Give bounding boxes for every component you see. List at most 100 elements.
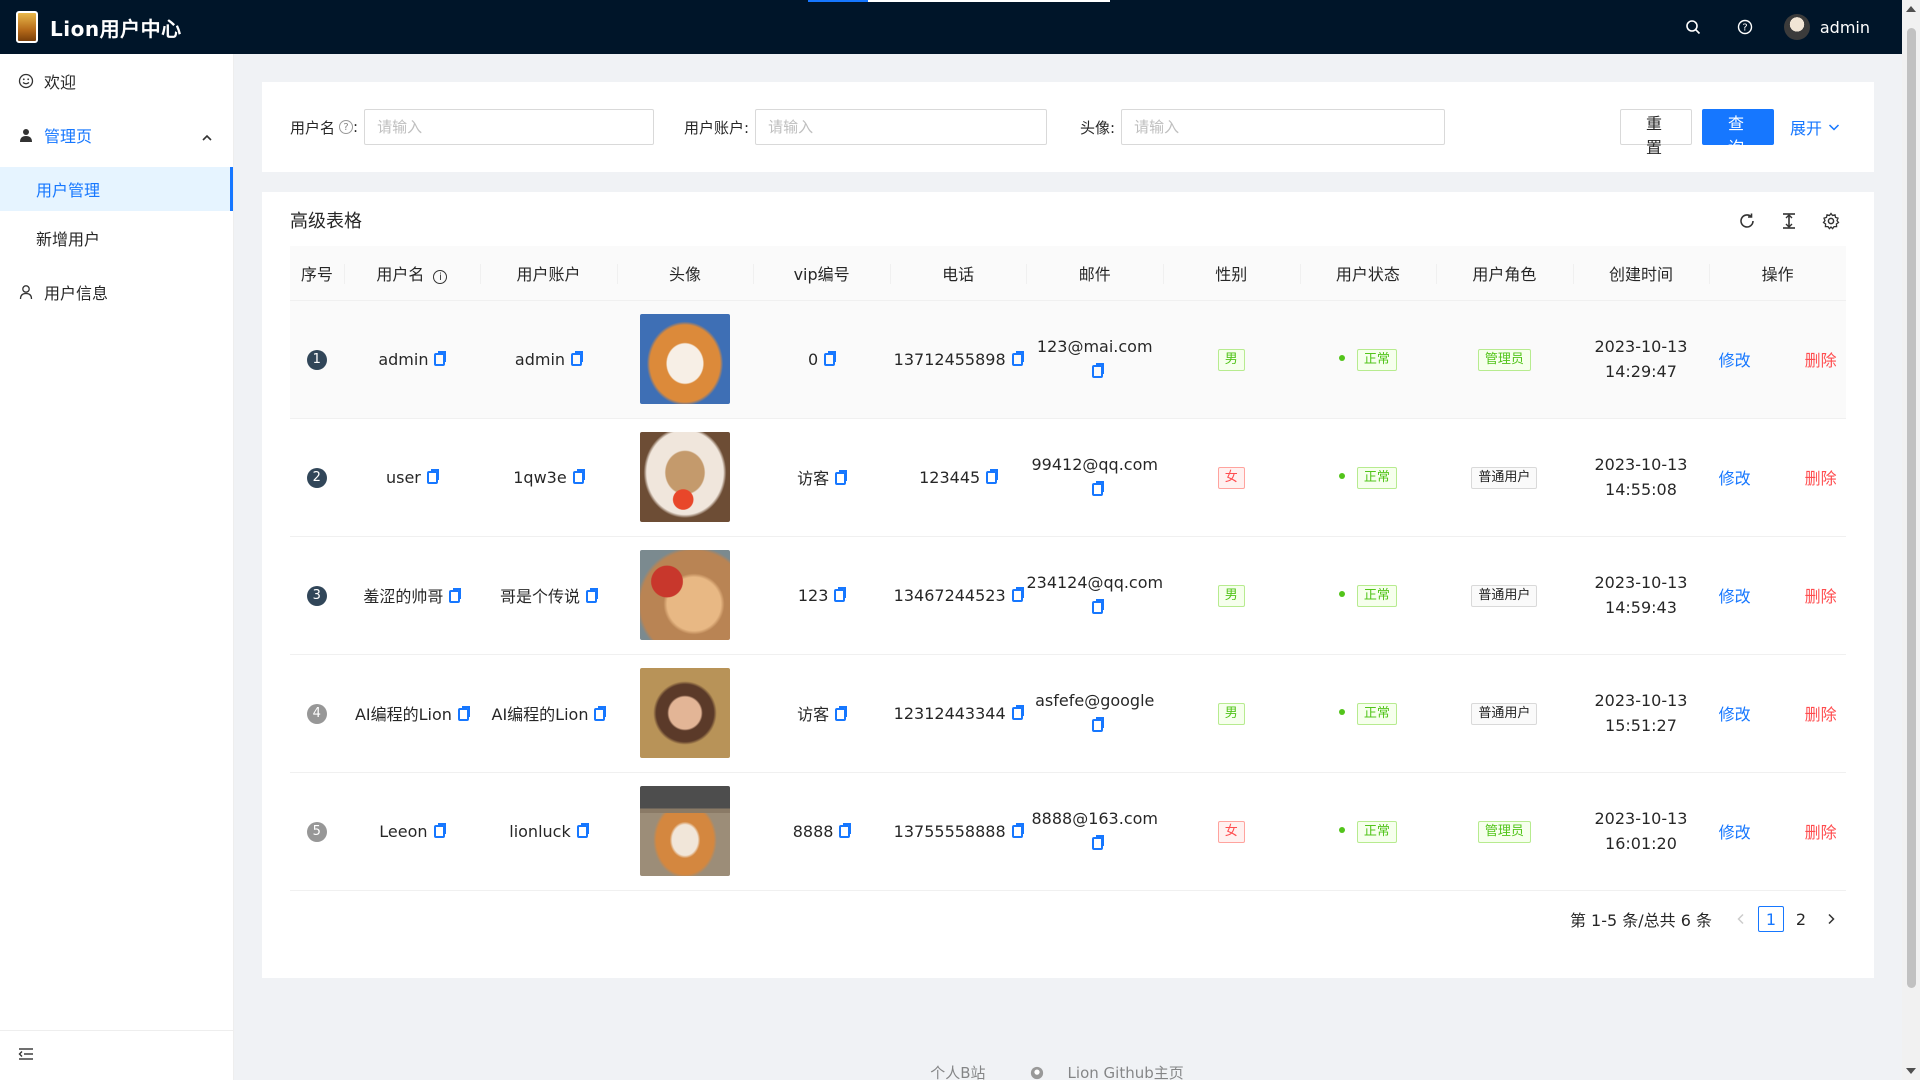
logo[interactable]: Lion用户中心 (16, 11, 182, 43)
copy-icon[interactable] (594, 706, 607, 721)
copy-icon[interactable] (824, 350, 837, 366)
created-date: 2023-10-13 (1594, 337, 1688, 356)
phone-cell: 13712455898 (893, 349, 1006, 369)
column-height-icon[interactable] (1776, 208, 1802, 234)
footer-link-bilibili[interactable]: 个人B站 (930, 1062, 985, 1080)
email-cell: asfefe@google (1035, 691, 1155, 710)
status-dot (1338, 590, 1345, 597)
copy-icon[interactable] (433, 822, 446, 838)
edit-link[interactable]: 修改 (1719, 469, 1751, 488)
avatar-image[interactable] (640, 668, 731, 758)
copy-icon[interactable] (1011, 704, 1024, 720)
edit-link[interactable]: 修改 (1719, 705, 1751, 724)
menu-fold-icon (18, 1046, 34, 1066)
copy-icon[interactable] (426, 468, 439, 484)
copy-icon[interactable] (585, 588, 598, 603)
username-label-text: 用户名 (290, 118, 336, 137)
next-page-button[interactable] (1818, 906, 1844, 932)
question-icon[interactable]: ? (339, 120, 354, 134)
created-time: 14:59:43 (1605, 598, 1677, 617)
copy-icon[interactable] (1092, 481, 1105, 496)
avatar[interactable] (1783, 14, 1810, 40)
row-index: 4 (306, 703, 327, 724)
gender-tag: 女 (1217, 466, 1245, 489)
delete-link[interactable]: 删除 (1805, 823, 1837, 842)
copy-icon[interactable] (835, 706, 848, 721)
delete-link[interactable]: 删除 (1805, 587, 1837, 606)
column-header: 邮件 (1026, 246, 1164, 301)
delete-link[interactable]: 删除 (1805, 705, 1837, 724)
avatar-image[interactable] (640, 550, 731, 640)
copy-icon[interactable] (1092, 363, 1105, 378)
question-icon[interactable]: ? (1732, 14, 1758, 40)
prev-page-button[interactable] (1728, 906, 1754, 932)
copy-icon[interactable] (986, 468, 999, 484)
copy-icon[interactable] (434, 350, 447, 366)
scrollbar-thumb[interactable] (1907, 28, 1916, 988)
scroll-up-arrow-icon[interactable] (1906, 6, 1916, 12)
copy-icon[interactable] (1092, 599, 1105, 614)
table-title: 高级表格 (290, 211, 362, 232)
chevron-up-icon (201, 129, 213, 148)
row-index: 3 (306, 585, 327, 606)
account-cell: lionluck (509, 821, 571, 841)
copy-icon[interactable] (839, 822, 852, 838)
sidebar-item-user-management[interactable]: 用户管理 (0, 167, 233, 211)
avatar-input[interactable] (1121, 109, 1446, 145)
column-header: 序号 (290, 246, 344, 301)
account-input[interactable] (755, 109, 1048, 145)
copy-icon[interactable] (834, 586, 847, 602)
edit-link[interactable]: 修改 (1719, 587, 1751, 606)
expand-toggle[interactable]: 展开 (1790, 109, 1840, 145)
copy-icon[interactable] (449, 588, 462, 603)
avatar-image[interactable] (640, 786, 731, 876)
setting-icon[interactable] (1818, 208, 1844, 234)
avatar-image[interactable] (640, 432, 731, 522)
footer-link-github[interactable]: Lion Github主页 (1030, 1062, 1206, 1080)
copy-icon[interactable] (1011, 350, 1024, 366)
copy-icon[interactable] (1011, 822, 1024, 838)
account-cell: AI编程的Lion (491, 705, 589, 724)
chevron-right-icon (1828, 913, 1835, 925)
copy-icon[interactable] (1092, 835, 1105, 850)
sidebar-item-admin[interactable]: 管理页 (0, 108, 233, 162)
copy-icon[interactable] (571, 350, 584, 366)
scroll-down-arrow-icon[interactable] (1906, 1068, 1916, 1074)
search-form: 用户名 ? : 用户账户: 头像: 重置 查询 展开 (262, 82, 1874, 172)
reset-button[interactable]: 重置 (1620, 109, 1692, 157)
delete-link[interactable]: 删除 (1805, 469, 1837, 488)
page-button-2[interactable]: 2 (1788, 906, 1814, 932)
gender-tag: 男 (1217, 584, 1245, 607)
table-row: 4 AI编程的Lion AI编程的Lion 访客 12312443344 asf… (290, 654, 1846, 773)
edit-link[interactable]: 修改 (1719, 823, 1751, 842)
copy-icon[interactable] (1011, 586, 1024, 602)
collapse-button[interactable] (0, 1030, 234, 1080)
search-icon[interactable] (1680, 14, 1706, 40)
copy-icon[interactable] (572, 468, 585, 484)
sidebar-item-add-user[interactable]: 新增用户 (0, 216, 233, 260)
delete-link[interactable]: 删除 (1805, 351, 1837, 370)
copy-icon[interactable] (835, 470, 848, 485)
created-time: 16:01:20 (1605, 834, 1677, 853)
sidebar-item-welcome[interactable]: 欢迎 (0, 54, 233, 108)
gender-tag: 男 (1217, 348, 1245, 371)
page-button-1[interactable]: 1 (1758, 906, 1784, 932)
phone-cell: 123445 (919, 467, 981, 487)
sidebar-item-user-info[interactable]: 用户信息 (0, 265, 233, 319)
user-name[interactable]: admin (1820, 18, 1870, 37)
created-date: 2023-10-13 (1594, 809, 1688, 828)
copy-icon[interactable] (1092, 717, 1105, 732)
vertical-scrollbar[interactable] (1902, 0, 1920, 1080)
phone-cell: 13467244523 (893, 585, 1006, 605)
avatar-label: 头像: (1080, 118, 1116, 137)
info-icon[interactable]: i (433, 270, 448, 285)
copy-icon[interactable] (457, 706, 470, 721)
status-badge: 正常 (1356, 584, 1397, 607)
query-button[interactable]: 查询 (1702, 109, 1774, 157)
column-header: 头像 (616, 246, 754, 301)
avatar-image[interactable] (640, 314, 731, 404)
edit-link[interactable]: 修改 (1719, 351, 1751, 370)
reload-icon[interactable] (1734, 208, 1760, 234)
copy-icon[interactable] (576, 822, 589, 838)
username-input[interactable] (364, 109, 655, 145)
